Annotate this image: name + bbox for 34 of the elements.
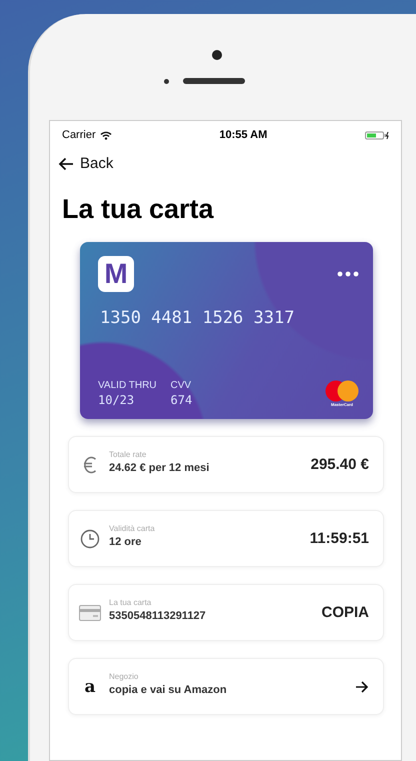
wifi-icon [100, 130, 112, 140]
expiry-date: 10/23 [98, 393, 136, 407]
countdown-timer: 11:59:51 [310, 530, 369, 547]
euro-icon [83, 456, 97, 474]
page-title: La tua carta [62, 193, 215, 226]
field-label: Totale rate [109, 450, 148, 458]
card-brand-icon [325, 380, 359, 402]
field-value: 24.62 € per 12 mesi [109, 462, 210, 474]
sensor-icon [164, 78, 169, 84]
field-label: La tua carta [109, 598, 152, 606]
camera-icon [212, 50, 222, 60]
valid-thru-label: VALID THRU [98, 380, 157, 391]
back-button[interactable]: Back [58, 155, 114, 172]
store-logo: a [84, 676, 96, 696]
field-value: copia e vai su Amazon [109, 684, 228, 696]
field-label: Negozio [109, 672, 140, 680]
status-time: 10:55 AM [219, 129, 268, 141]
copy-button[interactable]: COPIA [321, 604, 369, 621]
back-arrow-icon [58, 156, 74, 170]
battery-icon [364, 130, 389, 140]
clock-icon [80, 528, 100, 548]
card-logo: M [98, 256, 134, 292]
field-value: 5350548113291127 [109, 610, 207, 622]
forward-arrow-icon[interactable] [355, 680, 369, 692]
field-label: Validità carta [109, 524, 156, 532]
speaker-icon [183, 78, 245, 84]
cvv-label: CVV [170, 380, 192, 391]
card-number: 1350 4481 1526 3317 [100, 308, 296, 328]
carrier-name: Carrier [62, 129, 96, 141]
cvv-code: 674 [170, 393, 192, 407]
field-value: 12 ore [109, 536, 142, 548]
card-icon [79, 604, 101, 620]
more-icon[interactable] [337, 271, 359, 277]
total-amount: 295.40 € [310, 456, 369, 473]
